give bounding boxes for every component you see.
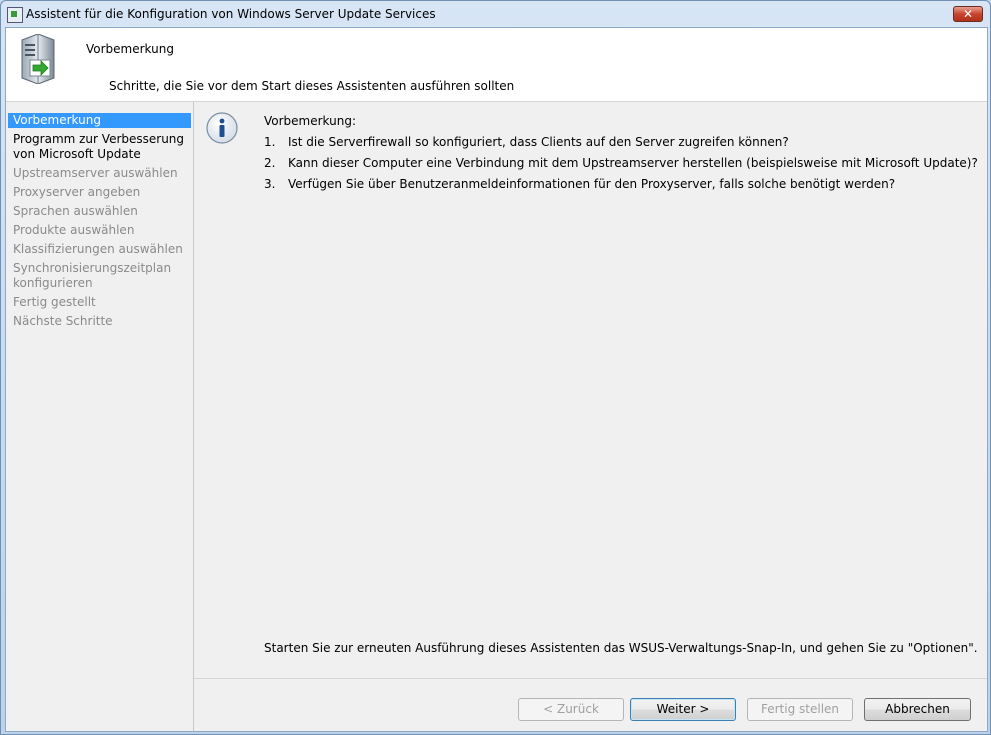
window-title: Assistent für die Konfiguration von Wind… (26, 7, 436, 21)
next-button[interactable]: Weiter > (630, 698, 736, 721)
step-text: Ist die Serverfirewall so konfiguriert, … (288, 135, 789, 149)
info-icon (206, 112, 238, 144)
wizard-window: Assistent für die Konfiguration von Wind… (0, 0, 991, 735)
wizard-header: Vorbemerkung Schritte, die Sie vor dem S… (6, 28, 987, 102)
sidebar-item-vorbemerkung[interactable]: Vorbemerkung (8, 113, 191, 128)
sidebar-item-microsoft-update-program[interactable]: Programm zur Verbesserung von Microsoft … (8, 132, 191, 162)
wizard-content: Vorbemerkung: 1. Ist die Serverfirewall s… (194, 102, 987, 731)
footer-note: Starten Sie zur erneuten Ausführung dies… (264, 641, 978, 655)
app-icon (7, 7, 23, 23)
step-number: 3. (264, 177, 276, 191)
wizard-body: Vorbemerkung Programm zur Verbesserung v… (6, 102, 987, 731)
sidebar-item-languages: Sprachen auswählen (13, 204, 138, 218)
sidebar-item-next-steps: Nächste Schritte (13, 314, 113, 328)
title-bar[interactable]: Assistent für die Konfiguration von Wind… (1, 1, 990, 27)
sidebar-item-classifications: Klassifizierungen auswählen (13, 242, 183, 256)
page-subtitle: Schritte, die Sie vor dem Start dieses A… (109, 79, 515, 93)
page-title: Vorbemerkung (86, 42, 174, 56)
step-item: 3. Verfügen Sie über Benutzeranmeldeinfor… (264, 177, 895, 191)
sidebar-item-proxy-server: Proxyserver angeben (13, 185, 141, 199)
sidebar-item-sync-schedule: Synchronisierungszeitplan konfigurieren (13, 261, 172, 290)
wizard-step-list: Vorbemerkung Programm zur Verbesserung v… (6, 102, 194, 731)
step-number: 2. (264, 156, 276, 170)
sidebar-item-finished: Fertig gestellt (13, 295, 96, 309)
back-button[interactable]: < Zurück (518, 698, 624, 721)
sidebar-item-upstream-server: Upstreamserver auswählen (13, 166, 178, 180)
step-number: 1. (264, 135, 276, 149)
server-icon (21, 34, 55, 84)
step-text: Kann dieser Computer eine Verbindung mit… (288, 156, 978, 170)
intro-label: Vorbemerkung: (264, 114, 357, 128)
step-item: 1. Ist die Serverfirewall so konfiguriert… (264, 135, 789, 149)
finish-button[interactable]: Fertig stellen (747, 698, 853, 721)
button-separator (194, 678, 987, 679)
step-text: Verfügen Sie über Benutzeranmeldeinforma… (288, 177, 896, 191)
cancel-button[interactable]: Abbrechen (864, 698, 971, 721)
close-button[interactable]: ✕ (953, 6, 983, 22)
sidebar-item-products: Produkte auswählen (13, 223, 135, 237)
step-item: 2. Kann dieser Computer eine Verbindung m… (264, 156, 978, 170)
wizard-client-area: Vorbemerkung Schritte, die Sie vor dem S… (5, 27, 988, 732)
